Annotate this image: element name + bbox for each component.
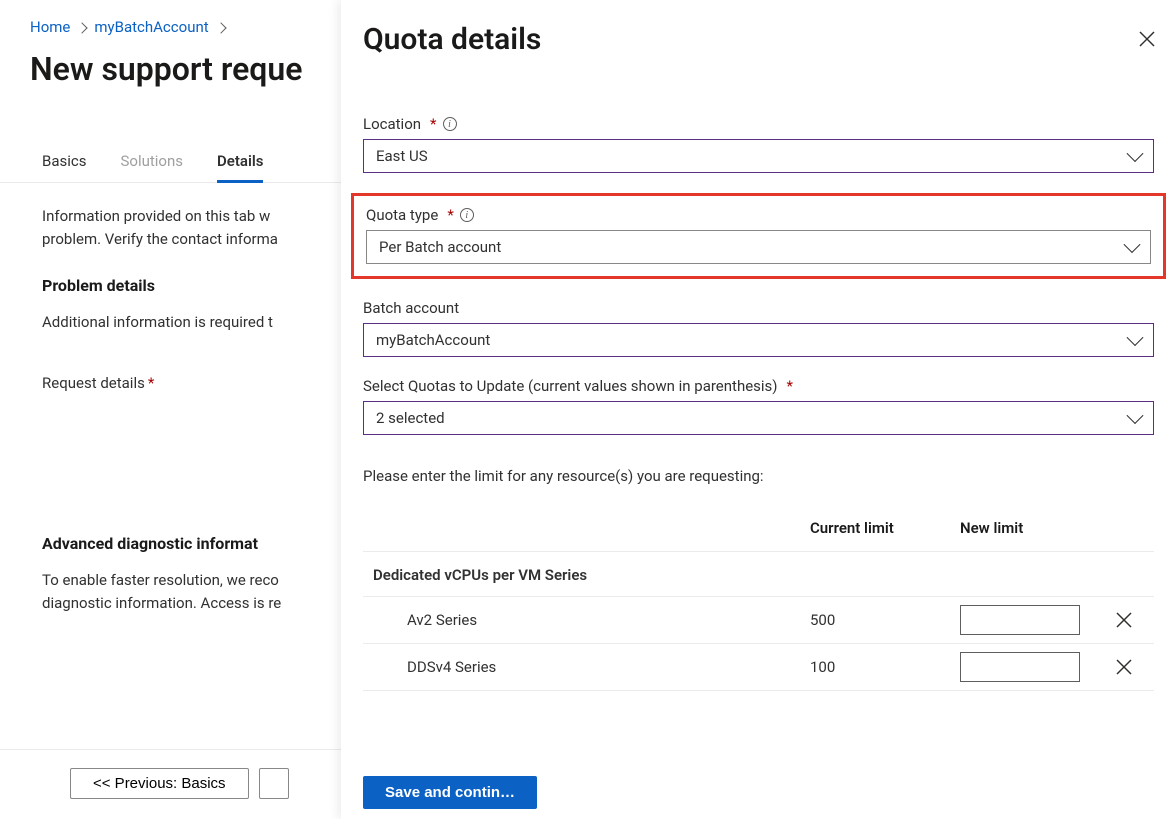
row-current-limit: 100 bbox=[810, 658, 960, 676]
batch-account-select[interactable]: myBatchAccount bbox=[363, 323, 1154, 357]
quota-type-label: Quota type bbox=[366, 206, 438, 224]
batch-account-label: Batch account bbox=[363, 299, 459, 317]
location-select[interactable]: East US bbox=[363, 139, 1154, 173]
batch-account-field: Batch account myBatchAccount bbox=[363, 299, 1154, 357]
quota-details-panel: Quota details Location * i East US Qu bbox=[341, 0, 1176, 819]
previous-basics-button[interactable]: << Previous: Basics bbox=[70, 768, 249, 799]
enter-limit-text: Please enter the limit for any resource(… bbox=[363, 455, 1154, 511]
required-star-icon: * bbox=[447, 206, 453, 224]
panel-title: Quota details bbox=[363, 22, 541, 57]
chevron-right-icon bbox=[215, 22, 226, 33]
info-icon[interactable]: i bbox=[460, 208, 474, 222]
location-field: Location * i East US bbox=[363, 115, 1154, 173]
intro-line-1: Information provided on this tab w bbox=[42, 207, 270, 225]
breadcrumb-home[interactable]: Home bbox=[30, 18, 70, 36]
adv-line-2: diagnostic information. Access is re bbox=[42, 594, 281, 612]
table-row: DDSv4 Series 100 bbox=[363, 644, 1154, 691]
remove-row-icon[interactable] bbox=[1110, 606, 1138, 634]
close-icon[interactable] bbox=[1130, 22, 1164, 56]
table-row: Av2 Series 500 bbox=[363, 597, 1154, 644]
chevron-down-icon bbox=[1124, 236, 1141, 253]
new-limit-input[interactable] bbox=[960, 605, 1080, 635]
save-and-continue-button[interactable]: Save and contin… bbox=[363, 776, 537, 809]
next-button-partial[interactable] bbox=[259, 768, 289, 799]
quota-table: Current limit New limit Dedicated vCPUs … bbox=[363, 511, 1154, 691]
required-star-icon: * bbox=[430, 115, 436, 133]
col-current-limit: Current limit bbox=[810, 519, 960, 537]
col-new-limit: New limit bbox=[960, 519, 1110, 537]
chevron-down-icon bbox=[1127, 145, 1144, 162]
adv-line-1: To enable faster resolution, we reco bbox=[42, 571, 279, 589]
select-quotas-label: Select Quotas to Update (current values … bbox=[363, 377, 778, 395]
table-group-head: Dedicated vCPUs per VM Series bbox=[363, 552, 1154, 597]
select-quotas-value: 2 selected bbox=[376, 409, 445, 427]
required-star-icon: * bbox=[148, 374, 154, 392]
tab-basics[interactable]: Basics bbox=[42, 142, 87, 182]
required-star-icon: * bbox=[787, 377, 793, 395]
select-quotas-field: Select Quotas to Update (current values … bbox=[363, 377, 1154, 435]
chevron-down-icon bbox=[1127, 407, 1144, 424]
row-name: DDSv4 Series bbox=[367, 658, 810, 676]
tab-details[interactable]: Details bbox=[217, 142, 263, 182]
new-limit-input[interactable] bbox=[960, 652, 1080, 682]
batch-account-value: myBatchAccount bbox=[376, 331, 490, 349]
row-current-limit: 500 bbox=[810, 611, 960, 629]
chevron-right-icon bbox=[77, 22, 88, 33]
quota-type-value: Per Batch account bbox=[379, 238, 501, 256]
quota-type-highlight: Quota type * i Per Batch account bbox=[351, 193, 1166, 279]
info-icon[interactable]: i bbox=[443, 117, 457, 131]
quota-type-select[interactable]: Per Batch account bbox=[366, 230, 1151, 264]
select-quotas-select[interactable]: 2 selected bbox=[363, 401, 1154, 435]
location-label: Location bbox=[363, 115, 421, 133]
location-value: East US bbox=[376, 147, 428, 165]
intro-line-2: problem. Verify the contact informa bbox=[42, 230, 278, 248]
tab-solutions[interactable]: Solutions bbox=[121, 142, 184, 182]
breadcrumb-account[interactable]: myBatchAccount bbox=[94, 18, 208, 36]
row-name: Av2 Series bbox=[367, 611, 810, 629]
remove-row-icon[interactable] bbox=[1110, 653, 1138, 681]
chevron-down-icon bbox=[1127, 329, 1144, 346]
